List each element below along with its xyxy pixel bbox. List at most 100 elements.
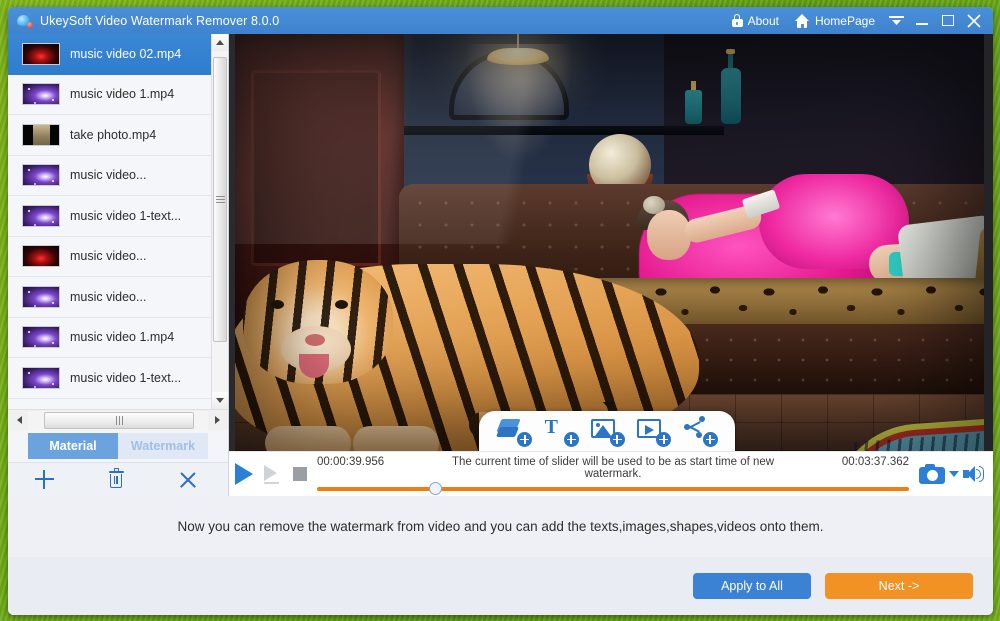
h-scroll-thumb[interactable] [44,412,194,429]
scroll-right-button[interactable] [208,411,226,430]
file-thumbnail [22,367,60,389]
caret-down-icon[interactable] [949,471,959,477]
file-list-item[interactable]: music video... [8,237,211,278]
scroll-left-button[interactable] [10,411,28,430]
tab-material[interactable]: Material [28,433,118,459]
about-label: About [748,14,779,28]
add-image-tool[interactable] [590,416,624,446]
file-list-item[interactable]: music video 02.mp4 [8,34,211,75]
close-icon [967,14,981,28]
tab-watermark[interactable]: Watermark [118,433,208,459]
next-button[interactable]: Next -> [825,573,973,599]
scroll-up-button[interactable] [212,34,228,51]
timeline-slider[interactable] [317,483,909,495]
video-preview[interactable]: T [229,34,993,451]
plus-badge-icon [564,432,579,447]
file-name-label: music video... [70,249,146,263]
camera-icon[interactable] [919,464,945,484]
timeline-handle[interactable] [429,482,442,495]
minimize-icon [916,23,928,25]
player-right-controls [915,464,985,484]
video-frame-image [229,34,993,451]
speaker-icon[interactable] [963,465,985,483]
preview-column: T [229,34,993,496]
hint-message: Now you can remove the watermark from vi… [8,496,993,557]
file-thumbnail [22,326,60,348]
maximize-icon [942,15,954,26]
lock-icon [732,14,743,27]
scroll-track[interactable] [212,51,228,392]
timeline-hint-text: The current time of slider will be used … [425,456,801,480]
add-shape-icon[interactable] [497,416,531,446]
watermark-tool-bar: T [479,411,735,451]
scroll-down-button[interactable] [212,392,228,409]
file-name-label: music video 1.mp4 [70,330,174,344]
home-icon [795,14,810,28]
add-file-button[interactable] [8,470,80,489]
file-thumbnail [22,83,60,105]
add-video-icon[interactable] [636,416,670,446]
current-time-label: 00:00:39.956 [317,456,425,468]
h-scroll-track[interactable] [28,411,208,430]
file-list-item[interactable]: music video 1.mp4 [8,318,211,359]
file-thumbnail [22,164,60,186]
tab-material-label: Material [49,439,96,453]
file-list-item[interactable]: take photo.mp4 [8,115,211,156]
add-effect-icon[interactable] [683,416,717,446]
stop-icon[interactable] [293,467,307,481]
homepage-button[interactable]: HomePage [787,7,883,34]
add-text-icon[interactable]: T [544,416,578,446]
file-list-item[interactable]: music video... [8,277,211,318]
file-thumbnail [22,286,60,308]
file-name-label: music video 1-text... [70,209,181,223]
close-button[interactable] [961,7,987,34]
file-name-label: take photo.mp4 [70,128,156,142]
minimize-button[interactable] [909,7,935,34]
transport-controls [235,463,317,485]
about-button[interactable]: About [724,7,787,34]
file-name-label: music video... [70,168,146,182]
timeline-labels: 00:00:39.956 The current time of slider … [317,456,909,480]
sidebar-tabs: Material Watermark [8,430,228,462]
plus-badge-icon [517,432,532,447]
player-bar: 00:00:39.956 The current time of slider … [229,451,993,496]
footer-bar: Apply to All Next -> [8,557,993,615]
titlebar-actions: About HomePage [724,7,987,34]
file-list-vertical-scrollbar[interactable] [211,34,228,409]
hint-text: Now you can remove the watermark from vi… [177,519,823,534]
chevron-down-icon [889,15,904,27]
window-title: UkeySoft Video Watermark Remover 8.0.0 [40,14,279,28]
menu-button[interactable] [883,7,909,34]
maximize-button[interactable] [935,7,961,34]
tab-watermark-label: Watermark [131,439,195,453]
file-name-label: music video 1-text... [70,371,181,385]
application-window: UkeySoft Video Watermark Remover 8.0.0 A… [8,7,993,615]
file-thumbnail [22,205,60,227]
file-list-item[interactable]: music video 1.mp4 [8,75,211,116]
trash-icon [109,471,124,489]
add-text-glyph: T [545,417,558,437]
file-list-item[interactable]: music video 1-text... [8,358,211,399]
triangle-left-icon [17,416,22,424]
file-name-label: music video... [70,290,146,304]
apply-to-all-button[interactable]: Apply to All [693,573,811,599]
plus-icon [35,470,54,489]
apply-to-all-label: Apply to All [721,579,783,593]
clear-list-button[interactable] [152,471,224,489]
scroll-thumb[interactable] [213,57,227,342]
add-image-icon[interactable] [590,416,624,446]
sidebar: music video 02.mp4music video 1.mp4take … [8,34,229,496]
file-list-item[interactable]: music video 1-text... [8,196,211,237]
file-list[interactable]: music video 02.mp4music video 1.mp4take … [8,34,211,409]
file-list-horizontal-scrollbar[interactable] [8,409,228,430]
delete-file-button[interactable] [80,471,152,489]
timeline-bar[interactable] [317,487,909,491]
file-list-item[interactable]: music video... [8,156,211,197]
water-drop-logo-icon [16,12,33,29]
file-thumbnail [22,124,60,146]
play-icon[interactable] [235,463,253,485]
title-bar: UkeySoft Video Watermark Remover 8.0.0 A… [8,7,993,34]
timeline: 00:00:39.956 The current time of slider … [317,454,915,495]
grip-icon [116,416,123,425]
play-step-icon[interactable] [263,464,283,484]
